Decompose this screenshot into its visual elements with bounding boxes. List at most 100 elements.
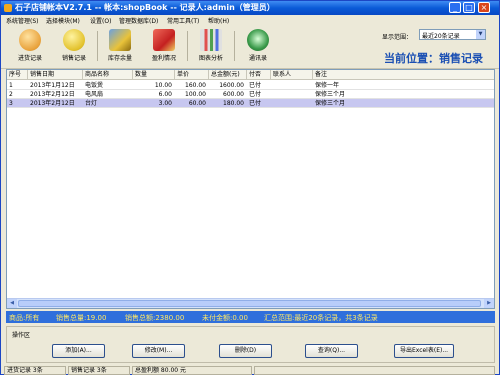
- col-header-product[interactable]: 商品名称: [83, 70, 133, 80]
- table-row[interactable]: 2 2013年2月12日 电风扇 6.00 100.00 600.00 已付 保…: [7, 90, 494, 99]
- cell-total: 1600.00: [219, 82, 244, 89]
- chevron-down-icon[interactable]: ▼: [476, 30, 485, 39]
- app-window: 石子店铺帐本V2.7.1 -- 帐本:shopBook -- 记录人:admin…: [0, 0, 500, 375]
- close-button[interactable]: ×: [478, 2, 490, 13]
- cell-index: 2: [9, 91, 13, 98]
- edit-button[interactable]: 修改(M)...: [132, 344, 185, 358]
- menu-system[interactable]: 系统管理(S): [6, 16, 39, 25]
- menu-module[interactable]: 选择模块(M): [46, 16, 80, 25]
- cell-date: 2013年2月12日: [30, 100, 75, 107]
- operation-area-label: 操作区: [12, 330, 31, 339]
- display-range-label: 显示范围：: [382, 34, 413, 41]
- toolbar-separator: [234, 31, 235, 61]
- cell-unit-price: 100.00: [185, 91, 206, 98]
- cell-date: 2013年2月12日: [30, 91, 75, 98]
- app-logo-icon: [4, 4, 12, 12]
- col-header-date[interactable]: 销售日期: [28, 70, 83, 80]
- delete-button[interactable]: 删除(D): [219, 344, 272, 358]
- col-header-unit-price[interactable]: 单价: [175, 70, 209, 80]
- table-row[interactable]: 1 2013年1月12日 电饭煲 10.00 160.00 1600.00 已付…: [7, 81, 494, 90]
- cell-product: 电饭煲: [85, 82, 104, 89]
- cell-total: 180.00: [223, 100, 244, 107]
- cell-remark: 保修三个月: [315, 100, 346, 107]
- minimize-button[interactable]: _: [449, 2, 461, 13]
- cell-paid: 已付: [249, 82, 262, 89]
- horizontal-scrollbar[interactable]: ◀ ▶: [7, 298, 494, 308]
- export-excel-button[interactable]: 导出Excel表(E)...: [394, 344, 454, 358]
- profit-icon: [153, 29, 175, 51]
- status-purchase-count: 进货记录 3条: [4, 366, 66, 375]
- operation-area: 操作区 添加(A)... 修改(M)... 删除(D) 查询(Q)... 导出E…: [6, 326, 495, 363]
- title-bar[interactable]: 石子店铺帐本V2.7.1 -- 帐本:shopBook -- 记录人:admin…: [1, 1, 499, 15]
- cell-paid: 已付: [249, 100, 262, 107]
- cell-remark: 保修三个月: [315, 91, 346, 98]
- col-header-paid[interactable]: 付否: [247, 70, 271, 80]
- contacts-label: 通讯录: [248, 55, 267, 62]
- add-button[interactable]: 添加(A)...: [52, 344, 105, 358]
- cell-index: 3: [9, 100, 13, 107]
- display-range-select[interactable]: 最近20条记录 ▼: [419, 29, 486, 40]
- sales-records-button[interactable]: 销售记录: [57, 29, 91, 67]
- scroll-left-icon[interactable]: ◀: [7, 299, 17, 308]
- toolbar-separator: [187, 31, 188, 61]
- col-header-contact[interactable]: 联系人: [271, 70, 313, 80]
- menu-help[interactable]: 帮助(H): [208, 16, 229, 25]
- cell-contact: [271, 81, 313, 90]
- cell-index: 1: [9, 82, 13, 89]
- col-header-index[interactable]: 序号: [7, 70, 28, 80]
- profit-label: 盈利情况: [151, 55, 176, 62]
- cell-contact: [271, 99, 313, 108]
- window-title: 石子店铺帐本V2.7.1 -- 帐本:shopBook -- 记录人:admin…: [15, 3, 275, 12]
- sales-table: 序号 销售日期 商品名称 数量 单价 总金额(元) 付否 联系人 备注 1 20…: [6, 69, 495, 309]
- profit-button[interactable]: 盈利情况: [147, 29, 181, 67]
- col-header-total[interactable]: 总金额(元): [209, 70, 247, 80]
- scrollbar-thumb[interactable]: [18, 300, 481, 307]
- query-button[interactable]: 查询(Q)...: [305, 344, 358, 358]
- summary-bar: 商品:所有 销售总量:19.00 销售总额:2380.00 未付金额:0.00 …: [6, 311, 495, 323]
- inventory-icon: [109, 29, 131, 51]
- status-profit: 总盈利额 80.00 元: [132, 366, 252, 375]
- inventory-button[interactable]: 库存余量: [103, 29, 137, 67]
- maximize-button[interactable]: □: [463, 2, 475, 13]
- cell-paid: 已付: [249, 91, 262, 98]
- summary-total-quantity: 销售总量:19.00: [56, 314, 107, 322]
- scroll-right-icon[interactable]: ▶: [484, 299, 494, 308]
- chart-icon: [200, 29, 222, 51]
- table-row-selected[interactable]: 3 2013年2月12日 台灯 3.00 60.00 180.00 已付 保修三…: [7, 99, 494, 108]
- summary-total-amount: 销售总额:2380.00: [125, 314, 185, 322]
- status-sales-count: 销售记录 3条: [68, 366, 130, 375]
- toolbar-separator: [97, 31, 98, 61]
- summary-unpaid: 未付金额:0.00: [202, 314, 248, 322]
- col-header-remark[interactable]: 备注: [313, 70, 494, 80]
- cell-date: 2013年1月12日: [30, 82, 75, 89]
- menu-tools[interactable]: 常用工具(T): [167, 16, 199, 25]
- display-range-value: 最近20条记录: [422, 33, 460, 40]
- cell-quantity: 3.00: [158, 100, 172, 107]
- menu-database[interactable]: 管理数据库(D): [119, 16, 158, 25]
- purchase-records-label: 进货记录: [17, 55, 42, 62]
- table-header: 序号 销售日期 商品名称 数量 单价 总金额(元) 付否 联系人 备注: [7, 70, 494, 80]
- cell-quantity: 10.00: [154, 82, 172, 89]
- current-position-title: 当前位置：销售记录: [384, 52, 483, 65]
- col-header-quantity[interactable]: 数量: [133, 70, 175, 80]
- cell-quantity: 6.00: [158, 91, 172, 98]
- inventory-label: 库存余量: [107, 55, 132, 62]
- cell-total: 600.00: [223, 91, 244, 98]
- summary-product: 商品:所有: [9, 314, 40, 322]
- chart-analysis-button[interactable]: 图表分析: [194, 29, 228, 67]
- cell-remark: 保修一年: [315, 82, 340, 89]
- menu-settings[interactable]: 设置(O): [90, 16, 111, 25]
- sales-records-label: 销售记录: [61, 55, 86, 62]
- menu-bar: 系统管理(S) 选择模块(M) 设置(O) 管理数据库(D) 常用工具(T) 帮…: [1, 15, 499, 25]
- contacts-button[interactable]: 通讯录: [241, 29, 275, 67]
- status-bar: 进货记录 3条 销售记录 3条 总盈利额 80.00 元: [1, 365, 499, 375]
- chart-analysis-label: 图表分析: [198, 55, 223, 62]
- cell-unit-price: 60.00: [188, 100, 206, 107]
- cell-product: 电风扇: [85, 91, 104, 98]
- purchase-records-button[interactable]: 进货记录: [13, 29, 47, 67]
- phone-icon: [247, 29, 269, 51]
- cell-contact: [271, 90, 313, 99]
- cell-unit-price: 160.00: [185, 82, 206, 89]
- cell-product: 台灯: [85, 100, 98, 107]
- purchase-icon: [19, 29, 41, 51]
